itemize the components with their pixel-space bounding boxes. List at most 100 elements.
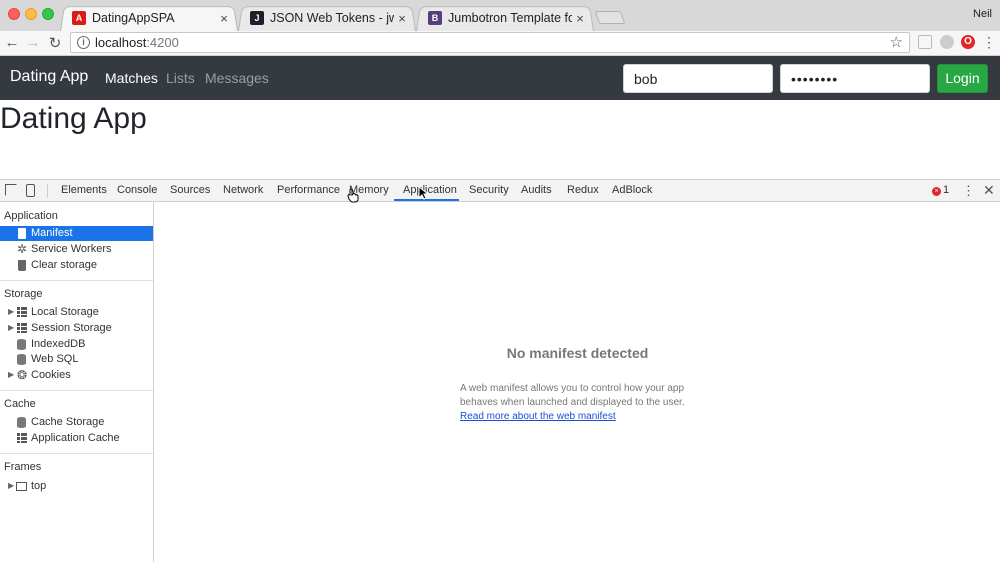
- inspect-element-icon[interactable]: [5, 184, 17, 196]
- sidebar-item-clear-storage[interactable]: Clear storage: [0, 258, 153, 273]
- browser-toolbar: ← → ↻ i localhost:4200 ☆ O ⋮: [0, 31, 1000, 56]
- devtools-tab-bar: Elements Console Sources Network Perform…: [0, 180, 1000, 202]
- sidebar-item-label: top: [31, 480, 47, 492]
- nav-matches[interactable]: Matches: [105, 70, 158, 86]
- sidebar-item-manifest[interactable]: Manifest: [0, 226, 153, 241]
- login-button[interactable]: Login: [937, 64, 988, 93]
- error-icon: ×: [932, 187, 941, 196]
- sidebar-item-session-storage[interactable]: ▶ Session Storage: [0, 321, 153, 336]
- bootstrap-favicon-icon: B: [428, 11, 442, 25]
- brand-link[interactable]: Dating App: [10, 68, 88, 86]
- browser-tab-strip: A DatingAppSPA × J JSON Web Tokens - jwt…: [0, 0, 1000, 32]
- section-divider: [0, 280, 153, 281]
- profile-name[interactable]: Neil: [973, 8, 992, 20]
- browser-menu-icon[interactable]: ⋮: [982, 35, 996, 49]
- expand-arrow-icon[interactable]: ▶: [8, 323, 14, 332]
- section-title-storage: Storage: [4, 288, 43, 300]
- browser-tab-jwt[interactable]: J JSON Web Tokens - jwt.io ×: [238, 5, 416, 32]
- tab-elements[interactable]: Elements: [61, 184, 107, 196]
- expand-arrow-icon[interactable]: ▶: [8, 481, 14, 490]
- devtools-panel: Elements Console Sources Network Perform…: [0, 179, 1000, 562]
- manifest-pane: No manifest detected A web manifest allo…: [155, 202, 1000, 562]
- empty-state-description: A web manifest allows you to control how…: [460, 383, 685, 408]
- tab-title: DatingAppSPA: [92, 11, 175, 25]
- frame-icon: [16, 482, 27, 491]
- tab-security[interactable]: Security: [469, 184, 509, 196]
- error-counter[interactable]: × 1: [932, 184, 949, 196]
- tab-title: JSON Web Tokens - jwt.io: [270, 11, 394, 25]
- bookmark-star-icon[interactable]: ☆: [890, 33, 903, 51]
- tab-title: Jumbotron Template for Boots: [448, 11, 572, 25]
- app-navbar: Dating App Matches Lists Messages bob ••…: [0, 56, 1000, 100]
- devtools-menu-icon[interactable]: ⋮: [962, 183, 975, 199]
- browser-tab-datingappspa[interactable]: A DatingAppSPA ×: [60, 5, 238, 32]
- database-icon: [17, 339, 26, 350]
- tab-redux[interactable]: Redux: [567, 184, 599, 196]
- opera-extension-icon[interactable]: O: [961, 35, 975, 49]
- section-divider: [0, 453, 153, 454]
- password-input[interactable]: ••••••••: [780, 64, 930, 93]
- mouse-cursor-icon: [418, 186, 428, 200]
- extension-icon[interactable]: [918, 35, 932, 49]
- sidebar-item-cache-storage[interactable]: Cache Storage: [0, 415, 153, 430]
- angular-favicon-icon: A: [72, 11, 86, 25]
- table-icon: [17, 433, 27, 443]
- sidebar-item-service-workers[interactable]: ✲ Service Workers: [0, 242, 153, 257]
- table-icon: [17, 323, 27, 333]
- jwt-favicon-icon: J: [250, 11, 264, 25]
- sidebar-item-label: Cache Storage: [31, 416, 105, 428]
- window-close-button[interactable]: [8, 8, 20, 20]
- sidebar-item-label: Cookies: [31, 369, 71, 381]
- tab-close-icon[interactable]: ×: [216, 11, 232, 26]
- window-zoom-button[interactable]: [42, 8, 54, 20]
- database-icon: [17, 354, 26, 365]
- tab-sources[interactable]: Sources: [170, 184, 210, 196]
- sidebar-item-label: IndexedDB: [31, 338, 86, 350]
- document-icon: [18, 228, 26, 239]
- devtools-close-icon[interactable]: ✕: [983, 182, 995, 199]
- page-title: Dating App: [0, 102, 147, 135]
- sidebar-item-top-frame[interactable]: ▶ top: [0, 479, 153, 494]
- nav-lists[interactable]: Lists: [166, 70, 195, 86]
- sidebar-item-local-storage[interactable]: ▶ Local Storage: [0, 305, 153, 320]
- trash-icon: [18, 260, 26, 271]
- section-title-application: Application: [4, 210, 58, 222]
- extension-icon[interactable]: [940, 35, 954, 49]
- cookie-icon: ❂: [17, 368, 28, 382]
- tab-audits[interactable]: Audits: [521, 184, 552, 196]
- window-minimize-button[interactable]: [25, 8, 37, 20]
- tab-adblock[interactable]: AdBlock: [612, 184, 652, 196]
- tab-close-icon[interactable]: ×: [572, 11, 588, 26]
- empty-state-heading: No manifest detected: [506, 345, 649, 361]
- section-divider: [0, 390, 153, 391]
- sidebar-item-application-cache[interactable]: Application Cache: [0, 431, 153, 446]
- address-bar[interactable]: i localhost:4200 ☆: [70, 32, 910, 53]
- tab-close-icon[interactable]: ×: [394, 11, 410, 26]
- tab-console[interactable]: Console: [117, 184, 157, 196]
- table-icon: [17, 307, 27, 317]
- sidebar-item-web-sql[interactable]: Web SQL: [0, 352, 153, 367]
- device-toolbar-icon[interactable]: [26, 184, 35, 197]
- reload-icon[interactable]: ↻: [46, 34, 64, 52]
- forward-arrow-icon[interactable]: →: [24, 34, 42, 51]
- expand-arrow-icon[interactable]: ▶: [8, 307, 14, 316]
- url-host: localhost: [95, 35, 147, 50]
- new-tab-button[interactable]: [594, 11, 626, 24]
- site-info-icon[interactable]: i: [77, 36, 90, 49]
- username-input[interactable]: bob: [623, 64, 773, 93]
- sidebar-item-label: Manifest: [31, 227, 73, 239]
- back-arrow-icon[interactable]: ←: [3, 34, 21, 51]
- tab-network[interactable]: Network: [223, 184, 263, 196]
- sidebar-item-cookies[interactable]: ▶ ❂ Cookies: [0, 368, 153, 383]
- hand-cursor-icon: [347, 188, 359, 203]
- url-text: localhost:4200: [95, 35, 179, 50]
- expand-arrow-icon[interactable]: ▶: [8, 370, 14, 379]
- tab-performance[interactable]: Performance: [277, 184, 340, 196]
- tab-application[interactable]: Application: [403, 184, 457, 196]
- manifest-docs-link[interactable]: Read more about the web manifest: [460, 411, 616, 422]
- sidebar-item-label: Web SQL: [31, 353, 79, 365]
- gear-icon: ✲: [17, 242, 28, 256]
- nav-messages[interactable]: Messages: [205, 70, 269, 86]
- sidebar-item-indexeddb[interactable]: IndexedDB: [0, 337, 153, 352]
- browser-tab-jumbotron[interactable]: B Jumbotron Template for Boots ×: [416, 5, 594, 32]
